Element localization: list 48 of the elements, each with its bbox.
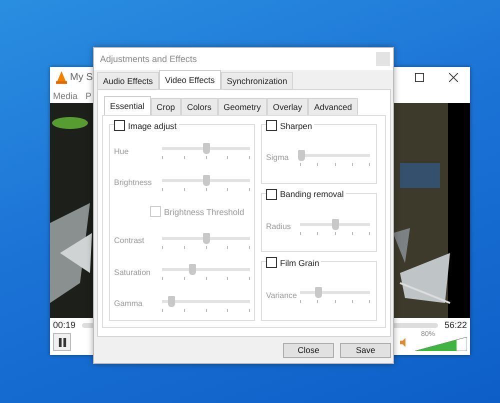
menu-item[interactable]: Media xyxy=(53,90,78,100)
slider-label: Sigma xyxy=(266,153,290,162)
dialog-button[interactable]: Save xyxy=(340,342,391,358)
checkbox[interactable] xyxy=(266,120,277,131)
checkbox-label: Film Grain xyxy=(280,258,320,268)
checkbox-label: Brightness Threshold xyxy=(164,206,244,217)
slider[interactable] xyxy=(162,296,250,312)
tab[interactable]: Overlay xyxy=(266,98,308,115)
slider-label: Gamma xyxy=(114,299,144,308)
close-button[interactable] xyxy=(376,52,390,66)
tab[interactable]: Audio Effects xyxy=(97,72,159,89)
pause-icon xyxy=(58,338,66,346)
menu-item[interactable]: P xyxy=(86,90,92,100)
slider-label: Radius xyxy=(266,222,292,231)
elapsed-time: 00:19 xyxy=(53,320,76,330)
tab[interactable]: Synchronization xyxy=(220,72,294,89)
slider-label: Contrast xyxy=(114,236,146,246)
tab[interactable]: Geometry xyxy=(218,98,267,115)
slider-label: Saturation xyxy=(114,268,152,277)
tab[interactable]: Colors xyxy=(180,98,218,115)
slider-label: Hue xyxy=(114,146,130,156)
pause-button[interactable] xyxy=(53,333,71,351)
checkbox[interactable] xyxy=(266,257,277,268)
cone-icon xyxy=(56,71,67,84)
tab[interactable]: Crop xyxy=(150,98,181,115)
total-time: 56:22 xyxy=(444,320,467,330)
tab[interactable]: Video Effects xyxy=(158,70,221,89)
slider[interactable] xyxy=(300,218,370,234)
slider[interactable] xyxy=(162,232,250,249)
close-icon[interactable] xyxy=(449,73,458,82)
slider[interactable] xyxy=(162,264,250,280)
tab[interactable]: Advanced xyxy=(308,98,358,115)
tab[interactable]: Essential xyxy=(104,96,150,115)
checkbox[interactable] xyxy=(114,120,125,131)
slider[interactable] xyxy=(300,150,370,166)
checkbox-label: Sharpen xyxy=(280,120,312,130)
maximize-icon[interactable] xyxy=(415,73,424,82)
slider-label: Brightness xyxy=(114,178,153,188)
checkbox-label: Banding removal xyxy=(280,189,344,200)
slider[interactable] xyxy=(162,143,250,159)
slider[interactable] xyxy=(300,287,370,304)
dialog-title: Adjustments and Effects xyxy=(100,54,198,64)
checkbox[interactable] xyxy=(266,188,277,200)
slider[interactable] xyxy=(162,174,250,191)
window-title: My S xyxy=(70,72,93,83)
dialog-button[interactable]: Close xyxy=(283,342,334,358)
checkbox-label: Image adjust xyxy=(128,120,177,130)
slider-label: Variance xyxy=(266,290,296,300)
